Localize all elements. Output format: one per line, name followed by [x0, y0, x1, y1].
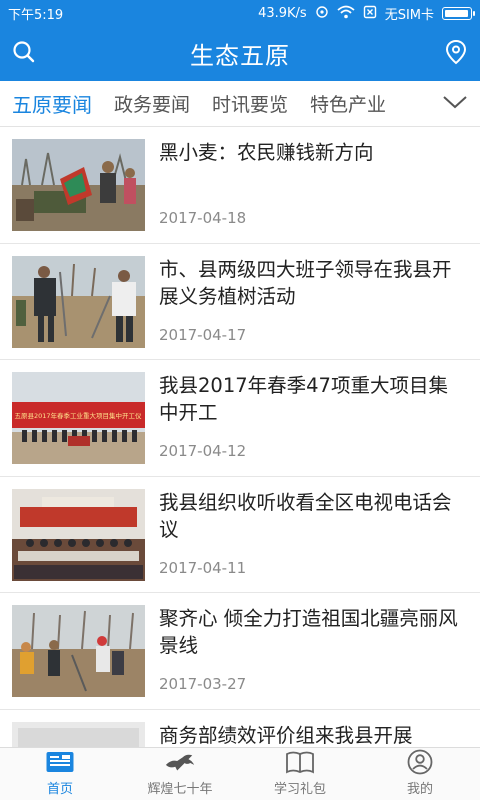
tabs-expand-button[interactable]: [440, 89, 470, 119]
news-item[interactable]: 市、县两级四大班子领导在我县开展义务植树活动 2017-04-17: [0, 244, 480, 360]
app-header: 生态五原: [0, 26, 480, 81]
tab-government-news[interactable]: 政务要闻: [103, 81, 201, 127]
news-thumbnail: [12, 721, 145, 747]
page-title: 生态五原: [190, 42, 290, 70]
horse-icon: [164, 748, 196, 776]
tab-news-briefs[interactable]: 时讯要览: [201, 81, 299, 127]
news-item[interactable]: 黑小麦：农民赚钱新方向 2017-04-18: [0, 127, 480, 244]
news-thumbnail: [12, 605, 145, 697]
news-date: 2017-03-27: [159, 675, 247, 693]
search-icon: [12, 40, 36, 68]
news-title: 我县2017年春季47项重大项目集中开工: [159, 374, 448, 424]
news-item[interactable]: 我县组织收听收看全区电视电话会议 2017-04-11: [0, 477, 480, 593]
sim-absent-icon: [363, 5, 377, 22]
tab-featured-industry[interactable]: 特色产业: [299, 81, 397, 127]
search-button[interactable]: [6, 36, 42, 72]
news-title: 聚齐心 倾全力打造祖国北疆亮丽风景线: [159, 607, 458, 657]
news-title: 黑小麦：农民赚钱新方向: [159, 141, 374, 164]
wifi-icon: [337, 5, 355, 22]
news-item[interactable]: 五原县2017年春季工业重大项目集中开工仪 我县2017年春季47项重大项目集中…: [0, 360, 480, 477]
category-tabs: 五原要闻 政务要闻 时讯要览 特色产业: [0, 81, 480, 127]
news-item[interactable]: 聚齐心 倾全力打造祖国北疆亮丽风景线 2017-03-27: [0, 593, 480, 710]
battery-level: [445, 9, 468, 17]
thumbnail-banner-text: 五原县2017年春季工业重大项目集中开工仪: [14, 411, 142, 420]
sim-status: 无SIM卡: [384, 7, 434, 23]
news-date: 2017-04-17: [159, 325, 247, 344]
nav-study-package[interactable]: 学习礼包: [240, 748, 360, 800]
location-pin-icon: [444, 39, 468, 69]
signal-icon: [315, 5, 329, 22]
battery-icon: [442, 6, 475, 20]
news-thumbnail: 五原县2017年春季工业重大项目集中开工仪: [12, 372, 145, 464]
news-date: 2017-04-12: [159, 442, 247, 460]
nav-glorious-seventy-years[interactable]: 辉煌七十年: [120, 748, 240, 800]
news-title: 商务部绩效评价组来我县开展: [159, 723, 413, 747]
status-bar: 下午5:19 43.9K/s 无SIM卡: [0, 0, 480, 26]
nav-home[interactable]: 首页: [0, 748, 120, 800]
home-news-icon: [44, 748, 76, 776]
news-thumbnail: [12, 139, 145, 231]
nav-label: 辉煌七十年: [147, 782, 213, 797]
news-item[interactable]: 商务部绩效评价组来我县开展: [0, 710, 480, 747]
news-thumbnail: [12, 488, 145, 581]
tab-wuyuan-news[interactable]: 五原要闻: [0, 81, 103, 127]
news-title: 市、县两级四大班子领导在我县开展义务植树活动: [159, 257, 452, 308]
news-title: 我县组织收听收看全区电视电话会议: [159, 490, 452, 541]
news-date: 2017-04-18: [159, 209, 247, 227]
nav-mine[interactable]: 我的: [360, 748, 480, 800]
chevron-down-icon: [442, 94, 468, 114]
bottom-nav: 首页 辉煌七十年 学习礼包 我的: [0, 747, 480, 800]
news-date: 2017-04-11: [159, 558, 247, 577]
nav-label: 学习礼包: [273, 782, 326, 797]
nav-label: 我的: [406, 782, 433, 797]
news-thumbnail: [12, 255, 145, 348]
user-icon: [404, 748, 436, 776]
network-speed: 43.9K/s: [258, 5, 307, 21]
nav-label: 首页: [46, 782, 73, 797]
location-button[interactable]: [438, 36, 474, 72]
book-icon: [284, 748, 316, 776]
status-time: 下午5:19: [8, 7, 64, 23]
news-list: 黑小麦：农民赚钱新方向 2017-04-18 市、县两级四大班子领导在我县开展义…: [0, 127, 480, 747]
